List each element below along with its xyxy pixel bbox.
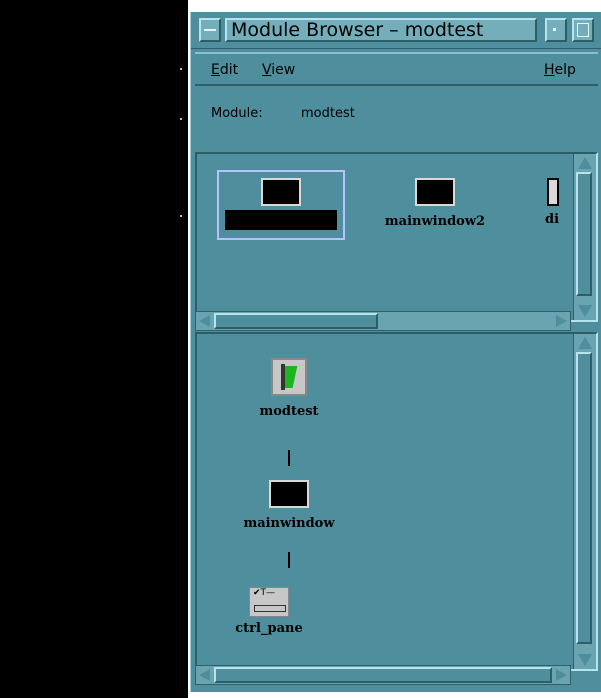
window-title[interactable]: Module Browser – modtest	[225, 18, 537, 42]
menu-edit-mnemonic: E	[211, 62, 220, 78]
scroll-up-arrow-icon[interactable]	[578, 337, 592, 349]
module-list-pane: mainwindow2 di	[195, 152, 598, 322]
title-bar[interactable]: Module Browser – modtest	[191, 12, 601, 49]
tree-node[interactable]: modtest	[239, 358, 339, 419]
desktop-mark	[180, 215, 182, 217]
scroll-thumb[interactable]	[214, 667, 552, 683]
window-icon	[415, 178, 455, 206]
menu-edit[interactable]: Edit	[211, 62, 238, 78]
scroll-left-arrow-icon[interactable]	[199, 315, 210, 327]
scroll-down-arrow-icon[interactable]	[578, 654, 592, 666]
module-list-item[interactable]: mainwindow2	[375, 178, 495, 229]
menu-view-mnemonic: V	[262, 62, 272, 78]
tree-node[interactable]: ✔T— ctrl_pane	[219, 580, 319, 636]
menu-help-mnemonic: H	[544, 62, 555, 78]
minimize-button[interactable]	[545, 18, 567, 42]
maximize-button[interactable]	[572, 18, 594, 42]
scroll-thumb[interactable]	[576, 172, 592, 296]
hierarchy-pane: modtest mainwindow ✔T— ctrl_pane	[195, 332, 598, 671]
tree-node[interactable]: mainwindow	[219, 480, 359, 531]
module-name: modtest	[301, 106, 355, 121]
desktop-background	[0, 0, 188, 698]
menu-help-label: elp	[554, 62, 576, 78]
tree-connector	[288, 552, 290, 568]
window-menu-button[interactable]	[199, 18, 221, 42]
vertical-scrollbar[interactable]	[573, 334, 596, 669]
module-icon	[271, 358, 307, 396]
menu-help[interactable]: Help	[544, 62, 576, 78]
tree-connector	[288, 450, 290, 466]
scroll-up-arrow-icon[interactable]	[578, 157, 592, 169]
horizontal-scrollbar[interactable]	[195, 665, 571, 685]
window-icon	[269, 480, 309, 508]
item-label: mainwindow2	[384, 214, 486, 229]
module-list-item[interactable]	[221, 178, 341, 234]
window-icon	[547, 178, 559, 206]
module-browser-window: Module Browser – modtest Edit View Help …	[190, 12, 601, 692]
menu-view[interactable]: View	[262, 62, 295, 78]
item-label-redacted	[225, 210, 337, 230]
desktop-mark	[180, 68, 182, 70]
scroll-right-arrow-icon[interactable]	[556, 669, 567, 681]
menu-view-label: iew	[271, 62, 296, 78]
menu-edit-label: dit	[219, 62, 239, 78]
window-icon	[261, 178, 301, 206]
item-label: di	[545, 212, 560, 227]
module-label: Module:	[211, 106, 263, 121]
vertical-scrollbar[interactable]	[573, 154, 596, 320]
scroll-thumb[interactable]	[214, 313, 378, 329]
tree-node-label: modtest	[259, 404, 319, 419]
scroll-right-arrow-icon[interactable]	[556, 315, 567, 327]
scroll-left-arrow-icon[interactable]	[199, 669, 210, 681]
menu-bar: Edit View Help	[195, 52, 598, 86]
scroll-down-arrow-icon[interactable]	[578, 305, 592, 317]
module-info: Module: modtest	[191, 92, 601, 152]
desktop-mark	[180, 118, 182, 120]
horizontal-scrollbar[interactable]	[195, 311, 571, 331]
control-pane-icon: ✔T—	[249, 587, 289, 617]
scroll-thumb[interactable]	[576, 352, 592, 644]
tree-node-label: ctrl_pane	[235, 621, 303, 636]
tree-node-label: mainwindow	[243, 516, 335, 531]
